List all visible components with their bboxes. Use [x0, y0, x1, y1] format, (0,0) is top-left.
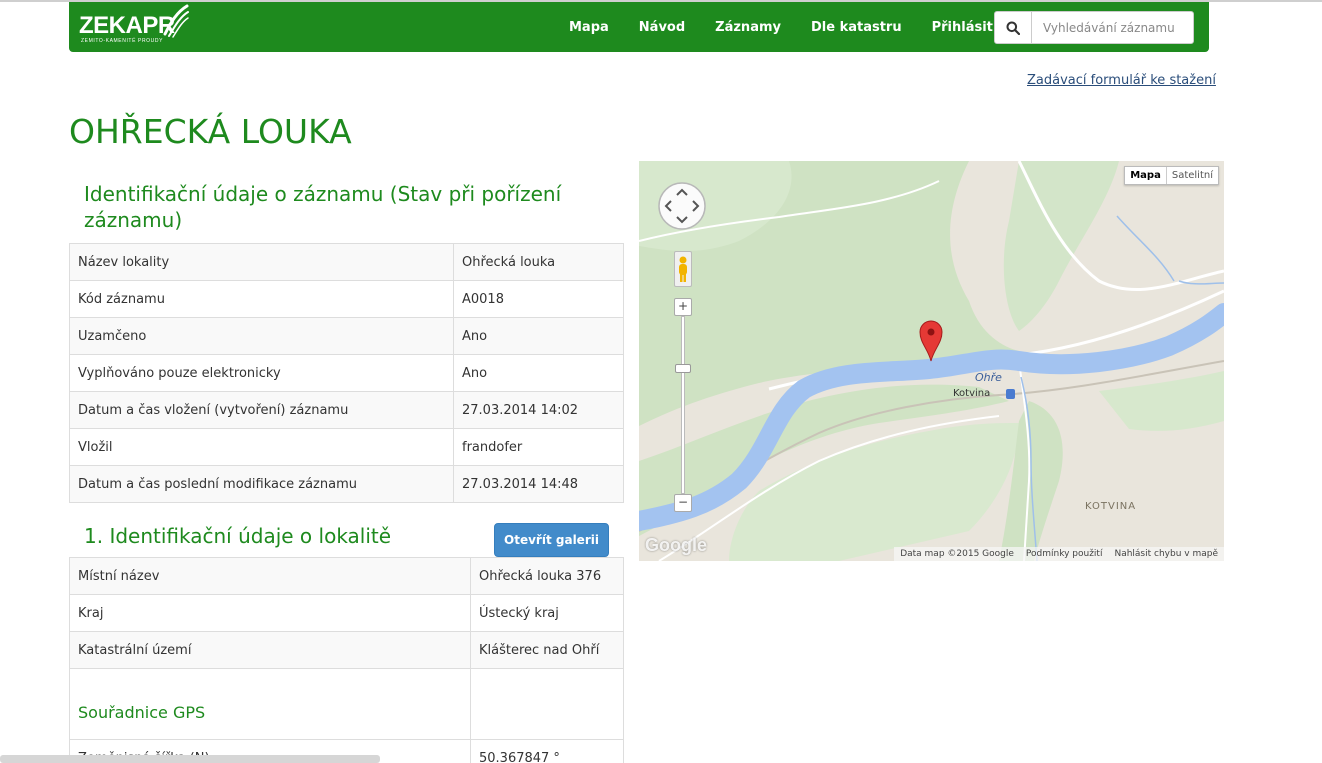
map-report-error-link[interactable]: Nahlásit chybu v mapě: [1108, 547, 1224, 561]
horizontal-scrollbar[interactable]: [0, 755, 380, 763]
field-value: 50.367847 °: [470, 739, 624, 763]
field-label: Uzamčeno: [69, 317, 454, 355]
field-label: Místní název: [69, 557, 471, 595]
pan-control-icon[interactable]: [657, 181, 707, 231]
map-data-attribution: Data map ©2015 Google: [900, 549, 1014, 559]
map-type-satellite-button[interactable]: Satelitní: [1167, 167, 1218, 184]
logo-subtitle: ZEMITO-KAMENITÉ PROUDY: [81, 38, 164, 44]
download-form-link[interactable]: Zadávací formulář ke stažení: [1027, 73, 1216, 88]
search-box: [994, 11, 1194, 44]
field-value: Klášterec nad Ohří: [470, 631, 624, 669]
field-value: 27.03.2014 14:02: [453, 391, 624, 429]
table-row: Katastrální území Klášterec nad Ohří: [69, 631, 624, 669]
table-row: Vyplňováno pouze elektronicky Ano: [69, 354, 624, 392]
map[interactable]: Mapa Satelitní + − Ohře Kotvina KOTVINA …: [639, 161, 1224, 561]
table-row: Datum a čas poslední modifikace záznamu 2…: [69, 465, 624, 503]
nav-link-dle-katastru[interactable]: Dle katastru: [811, 20, 902, 35]
nav-link-mapa[interactable]: Mapa: [569, 20, 609, 35]
search-input[interactable]: [1032, 12, 1193, 43]
field-value: A0018: [453, 280, 624, 318]
field-value: 27.03.2014 14:48: [453, 465, 624, 503]
table-row: Kraj Ústecký kraj: [69, 594, 624, 632]
zoom-out-button[interactable]: −: [674, 494, 692, 512]
nav-link-prihlasit[interactable]: Přihlásit: [932, 20, 993, 35]
gps-section-title: Souřadnice GPS: [78, 703, 206, 722]
search-icon: [1006, 21, 1020, 35]
google-logo[interactable]: Google: [645, 535, 707, 556]
field-value: Ano: [453, 354, 624, 392]
map-type-map-button[interactable]: Mapa: [1125, 167, 1167, 184]
nav-link-zaznamy[interactable]: Záznamy: [715, 20, 781, 35]
field-value: Ohřecká louka 376: [470, 557, 624, 595]
nav-link-navod[interactable]: Návod: [639, 20, 685, 35]
field-label: Název lokality: [69, 243, 454, 281]
logo-text: ZEKAPR: [79, 12, 175, 39]
map-terms-link[interactable]: Podmínky použití: [1020, 547, 1109, 561]
gps-header-row: Souřadnice GPS: [69, 668, 624, 740]
field-label: Vyplňováno pouze elektronicky: [69, 354, 454, 392]
map-label-area: KOTVINA: [1085, 501, 1137, 512]
search-button[interactable]: [995, 12, 1032, 43]
pegman-icon: [679, 256, 687, 282]
field-label: Kód záznamu: [69, 280, 454, 318]
map-type-switcher: Mapa Satelitní: [1124, 166, 1219, 185]
map-label-station: Kotvina: [953, 388, 991, 399]
section-locality-identification-title: 1. Identifikační údaje o lokalitě: [84, 524, 392, 548]
locality-info-table: Místní název Ohřecká louka 376 Kraj Ústecký…: [69, 557, 624, 763]
field-label: Kraj: [69, 594, 471, 632]
logo-swoosh-icon: [163, 4, 189, 38]
table-row: Uzamčeno Ano: [69, 317, 624, 355]
street-view-pegman-icon[interactable]: [674, 251, 692, 287]
gps-header-cell: Souřadnice GPS: [69, 668, 471, 740]
field-label: Datum a čas vložení (vytvoření) záznamu: [69, 391, 454, 429]
zoom-slider-handle[interactable]: [675, 364, 691, 373]
field-value: Ano: [453, 317, 624, 355]
zoom-slider-track[interactable]: [681, 316, 685, 494]
nav-links: Mapa Návod Záznamy Dle katastru Přihlási…: [569, 2, 1023, 52]
table-row: Kód záznamu A0018: [69, 280, 624, 318]
field-label: Vložil: [69, 428, 454, 466]
map-footer: Data map ©2015 Google Podmínky použití N…: [894, 547, 1224, 561]
table-row: Datum a čas vložení (vytvoření) záznamu 2…: [69, 391, 624, 429]
field-value: Ohřecká louka: [453, 243, 624, 281]
zoom-in-button[interactable]: +: [674, 298, 692, 316]
navbar: ZEKAPR ZEMITO-KAMENITÉ PROUDY Mapa Návod…: [69, 2, 1209, 52]
page-title: OHŘECKÁ LOUKA: [69, 112, 352, 151]
map-label-river: Ohře: [975, 371, 1002, 384]
map-base: [639, 161, 1224, 561]
field-value: frandofer: [453, 428, 624, 466]
gps-header-empty-cell: [470, 668, 624, 740]
table-row: Místní název Ohřecká louka 376: [69, 557, 624, 595]
open-gallery-button[interactable]: Otevřít galerii: [494, 523, 609, 557]
section-record-identification-title: Identifikační údaje o záznamu (Stav při …: [84, 182, 562, 232]
record-info-table: Název lokality Ohřecká louka Kód záznamu A0…: [69, 243, 624, 503]
logo[interactable]: ZEKAPR ZEMITO-KAMENITÉ PROUDY: [79, 4, 189, 48]
field-label: Datum a čas poslední modifikace záznamu: [69, 465, 454, 503]
table-row: Vložil frandofer: [69, 428, 624, 466]
table-row: Název lokality Ohřecká louka: [69, 243, 624, 281]
field-label: Katastrální území: [69, 631, 471, 669]
field-value: Ústecký kraj: [470, 594, 624, 632]
